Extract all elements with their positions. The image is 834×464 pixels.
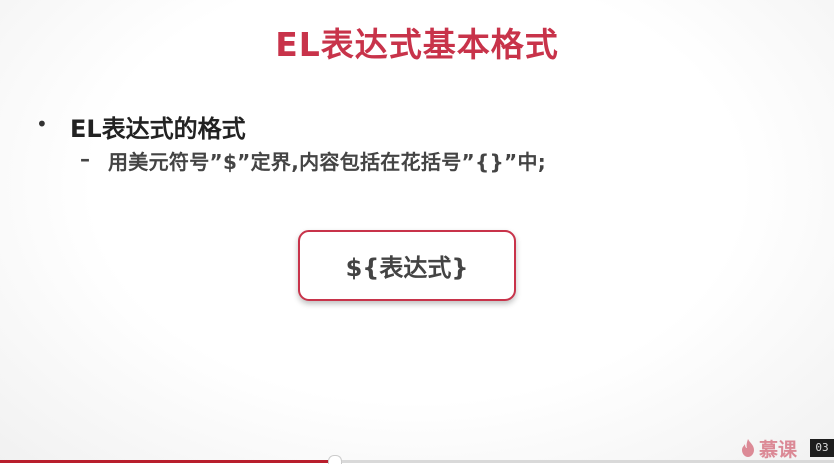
bullet-text: EL表达式的格式 bbox=[70, 115, 246, 143]
sub-bullet-marker: – bbox=[80, 147, 90, 171]
code-example-text: ${表达式} bbox=[345, 254, 469, 282]
flame-logo-icon bbox=[742, 439, 754, 457]
slide: EL表达式基本格式 • EL表达式的格式 – 用美元符号”$”定界,内容包括在花… bbox=[0, 0, 834, 463]
sub-bullet-text: 用美元符号”$”定界,内容包括在花括号”{}”中; bbox=[108, 150, 547, 174]
watermark-logo: 慕课 bbox=[740, 436, 798, 461]
page-number-badge: 03 bbox=[810, 439, 834, 457]
code-example-box: ${表达式} bbox=[298, 230, 516, 301]
slide-title: EL表达式基本格式 bbox=[275, 25, 559, 64]
logo-text: 慕课 bbox=[759, 438, 798, 461]
bullet-marker: • bbox=[36, 112, 48, 136]
